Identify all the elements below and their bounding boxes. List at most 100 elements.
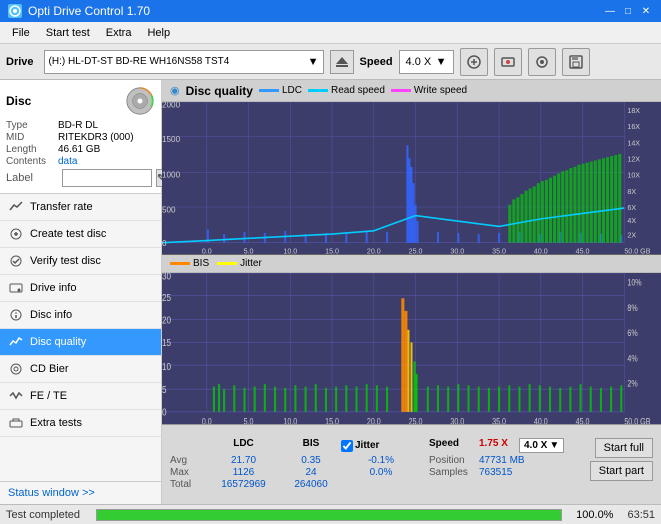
type-label: Type [6,120,58,131]
max-label: Max [170,467,206,478]
menu-start-test[interactable]: Start test [38,25,98,41]
svg-text:4X: 4X [627,216,636,225]
verify-test-disc-icon [8,253,24,269]
svg-text:2000: 2000 [162,102,180,109]
sidebar-item-cd-bier[interactable]: CD Bier [0,356,161,383]
stats-table: LDC BIS Jitter Speed 1.75 X 4.0 X ▼ [170,438,586,491]
action-button-1[interactable] [460,48,488,76]
speed-selector[interactable]: 4.0 X ▼ [399,50,454,74]
nav-label-cd-bier: CD Bier [30,363,69,375]
avg-ldc: 21.70 [206,455,281,466]
start-full-button[interactable]: Start full [595,438,653,458]
nav-label-fe-te: FE / TE [30,390,67,402]
svg-text:30.0: 30.0 [450,246,464,253]
dropdown-arrow-icon: ▼ [308,56,319,68]
svg-text:14X: 14X [627,138,640,147]
lower-chart: 30 25 20 15 10 5 0 10% 8% 6% 4% 2% 0.0 [162,273,661,425]
mid-label: MID [6,132,58,143]
total-label: Total [170,479,206,490]
stats-total-row: Total 16572969 264060 [170,479,586,490]
jitter-checkbox[interactable] [341,440,353,452]
start-part-button[interactable]: Start part [590,461,653,481]
sidebar-item-fe-te[interactable]: FE / TE [0,383,161,410]
svg-text:2X: 2X [627,230,636,239]
sidebar-item-transfer-rate[interactable]: Transfer rate [0,194,161,221]
sidebar-item-extra-tests[interactable]: Extra tests [0,410,161,437]
fe-te-icon [8,388,24,404]
menu-file[interactable]: File [4,25,38,41]
status-text: Test completed [6,509,80,521]
svg-text:12X: 12X [627,154,640,163]
svg-text:50.0 GB: 50.0 GB [624,416,650,424]
svg-text:1500: 1500 [162,134,180,144]
action-button-2[interactable] [494,48,522,76]
samples-label: Samples [429,467,479,478]
nav-items: Transfer rate Create test disc Verify te… [0,194,161,437]
label-input[interactable] [62,169,152,187]
speed-display-selector[interactable]: 4.0 X ▼ [519,438,564,453]
sidebar-item-disc-info[interactable]: Disc info [0,302,161,329]
nav-label-disc-quality: Disc quality [30,336,86,348]
position-value: 47731 MB [479,455,539,466]
legend-read-speed-label: Read speed [331,85,385,96]
lower-chart-header: BIS Jitter [162,255,661,273]
charts-container: 2000 1500 1000 500 0 18X 16X 14X 12X 10X… [162,102,661,504]
svg-text:18X: 18X [627,106,640,115]
title-bar: Opti Drive Control 1.70 — □ ✕ [0,0,661,22]
max-bis: 24 [281,467,341,478]
legend-bis-label: BIS [193,258,209,269]
legend-write-speed: Write speed [391,85,467,96]
transfer-rate-icon [8,199,24,215]
sidebar-item-verify-test-disc[interactable]: Verify test disc [0,248,161,275]
sidebar-item-disc-quality[interactable]: Disc quality [0,329,161,356]
action-button-save[interactable] [562,48,590,76]
menu-help[interactable]: Help [139,25,178,41]
menu-extra[interactable]: Extra [98,25,140,41]
speed-value: 1.75 X [479,438,519,453]
total-bis: 264060 [281,479,341,490]
svg-text:500: 500 [162,204,176,214]
svg-text:0.0: 0.0 [202,416,212,424]
progress-bar-container [96,509,562,521]
legend-read-speed: Read speed [308,85,385,96]
legend-bis: BIS [170,258,209,269]
speed-label: Speed [360,56,393,68]
sidebar-item-create-test-disc[interactable]: Create test disc [0,221,161,248]
ldc-color [259,89,279,92]
upper-chart: 2000 1500 1000 500 0 18X 16X 14X 12X 10X… [162,102,661,255]
progress-bar-fill [97,510,561,520]
avg-jitter: -0.1% [341,455,421,466]
time-display: 63:51 [627,509,655,521]
progress-percentage: 100.0% [576,509,613,521]
write-speed-color [391,89,411,92]
sidebar-item-drive-info[interactable]: Drive info [0,275,161,302]
svg-text:4%: 4% [627,353,637,363]
drive-selector[interactable]: (H:) HL-DT-ST BD-RE WH16NS58 TST4 ▼ [44,50,324,74]
drive-bar: Drive (H:) HL-DT-ST BD-RE WH16NS58 TST4 … [0,44,661,80]
drive-selector-text: (H:) HL-DT-ST BD-RE WH16NS58 TST4 [49,56,306,67]
stats-jitter-header: Jitter [355,440,379,451]
action-button-3[interactable] [528,48,556,76]
app-title: Opti Drive Control 1.70 [28,4,150,18]
minimize-button[interactable]: — [603,4,617,18]
legend-jitter-label: Jitter [240,258,262,269]
stats-action-buttons: Start full Start part [590,438,653,481]
max-jitter: 0.0% [341,467,421,478]
drive-info-icon [8,280,24,296]
svg-text:5.0: 5.0 [244,246,254,253]
jitter-checkbox-area: Jitter [341,438,421,453]
svg-text:50.0 GB: 50.0 GB [624,246,650,253]
svg-text:25.0: 25.0 [409,416,423,424]
svg-text:5.0: 5.0 [244,416,254,424]
svg-text:35.0: 35.0 [492,246,506,253]
drive-label: Drive [6,56,34,68]
maximize-button[interactable]: □ [621,4,635,18]
app-icon [8,4,22,18]
svg-text:15.0: 15.0 [325,246,339,253]
eject-button[interactable] [330,50,354,74]
svg-text:0.0: 0.0 [202,246,212,253]
status-window-button[interactable]: Status window >> [0,481,161,504]
disc-title: Disc [6,94,31,108]
close-button[interactable]: ✕ [639,4,653,18]
lower-chart-svg: 30 25 20 15 10 5 0 10% 8% 6% 4% 2% 0.0 [162,273,661,425]
